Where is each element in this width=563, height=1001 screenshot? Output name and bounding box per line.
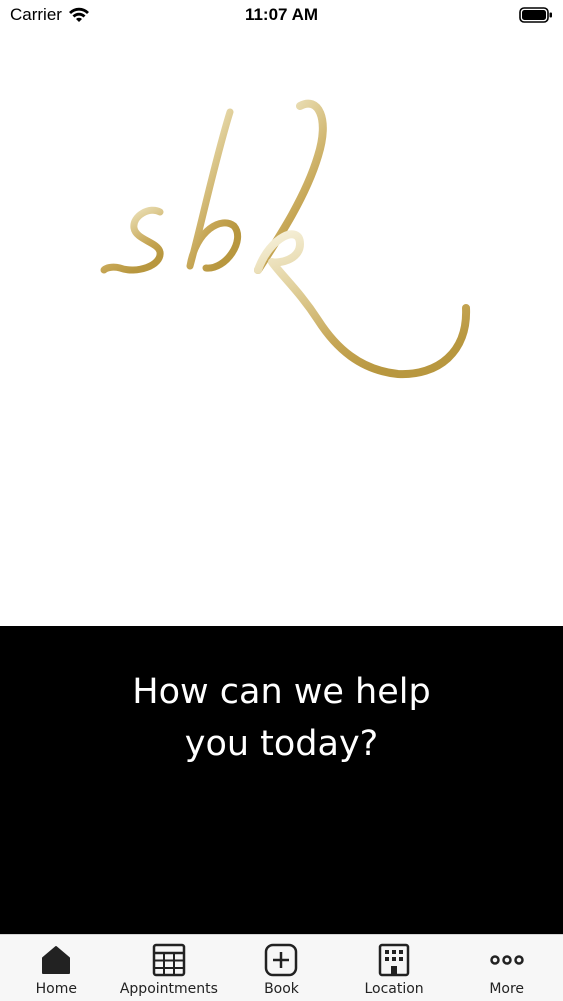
tab-appointments[interactable]: Appointments (113, 935, 226, 1001)
help-message: How can we help you today? (132, 672, 431, 764)
tab-label: Location (364, 981, 424, 997)
building-icon (378, 943, 410, 977)
tab-label: Appointments (119, 981, 218, 997)
sbk-logo (100, 99, 471, 379)
tab-label: Home (35, 981, 77, 997)
tab-bar: Home Appointments Book Location More (0, 934, 563, 1001)
home-icon (42, 946, 71, 974)
logo-area (0, 30, 563, 626)
tab-label: More (489, 981, 525, 997)
tab-home[interactable]: Home (0, 935, 113, 1001)
plus-square-icon (265, 943, 298, 977)
tab-label: Book (264, 981, 299, 997)
calendar-grid-icon (152, 943, 186, 977)
status-time: 11:07 AM (244, 5, 319, 24)
hero-panel: How can we help you today? (0, 626, 563, 934)
tab-book[interactable]: Book (225, 935, 338, 1001)
tab-location[interactable]: Location (338, 935, 451, 1001)
status-bar: Carrier 11:07 AM (0, 0, 563, 30)
more-dots-icon (489, 955, 524, 965)
tab-more[interactable]: More (450, 935, 563, 1001)
